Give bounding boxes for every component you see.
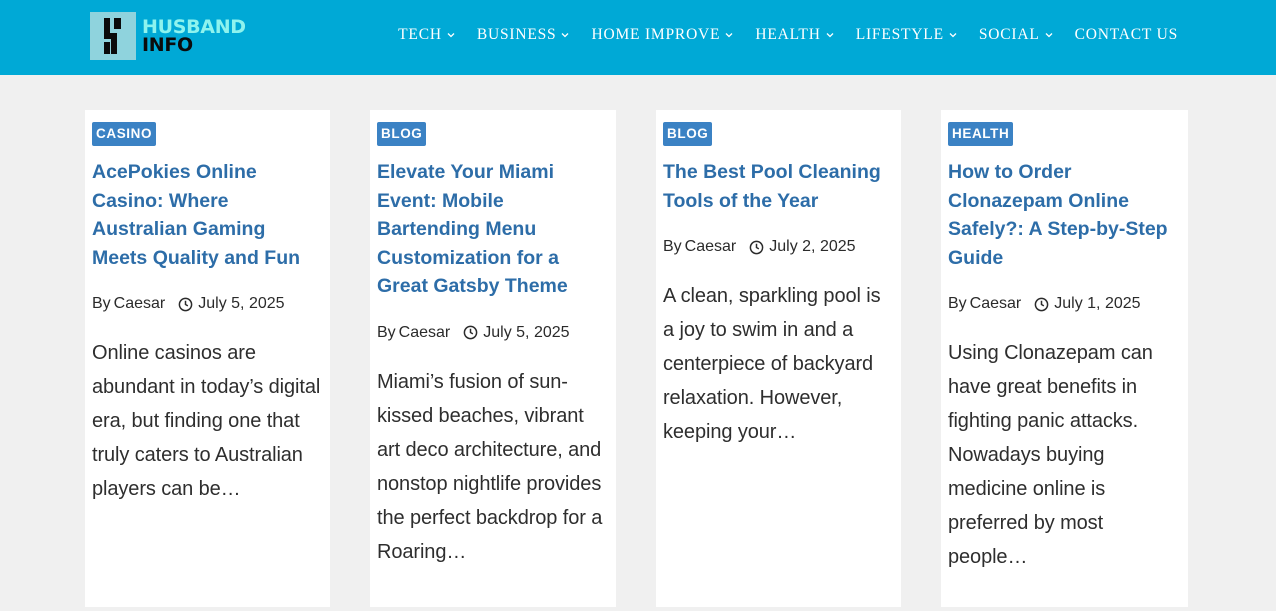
author-link[interactable]: Caesar bbox=[399, 324, 451, 342]
logo-mark-icon bbox=[90, 12, 136, 60]
nav-item-label: HOME IMPROVE bbox=[591, 26, 721, 43]
post-date: July 2, 2025 bbox=[769, 238, 856, 256]
author-link[interactable]: Caesar bbox=[685, 238, 737, 256]
post-excerpt: Online casinos are abundant in today’s d… bbox=[92, 342, 321, 501]
author-link[interactable]: Caesar bbox=[114, 295, 166, 313]
nav-item-label: SOCIAL bbox=[978, 26, 1040, 43]
post-meta: By Caesar July 5, 2025 bbox=[92, 294, 324, 314]
chevron-down-icon bbox=[949, 33, 957, 38]
by-label: By bbox=[377, 323, 396, 341]
post-title[interactable]: The Best Pool Cleaning Tools of the Year bbox=[663, 158, 895, 215]
by-label: By bbox=[663, 238, 682, 256]
author-link[interactable]: Caesar bbox=[970, 295, 1022, 313]
by-label: By bbox=[948, 295, 967, 313]
clock-icon bbox=[1034, 297, 1049, 312]
post-meta: By Caesar July 1, 2025 bbox=[948, 294, 1182, 314]
chevron-down-icon bbox=[826, 33, 834, 38]
nav-item-contact-us[interactable]: CONTACT US bbox=[1075, 23, 1178, 47]
nav-item-social[interactable]: SOCIAL bbox=[979, 23, 1053, 47]
post-title[interactable]: Elevate Your Miami Event: Mobile Bartend… bbox=[377, 158, 610, 301]
category-badge[interactable]: BLOG bbox=[663, 122, 713, 146]
chevron-down-icon bbox=[447, 33, 455, 38]
logo-line-2: INFO bbox=[142, 34, 193, 56]
nav-item-health[interactable]: HEALTH bbox=[755, 23, 834, 47]
logo-text: HUSBAND INFO bbox=[142, 18, 246, 56]
post-date: July 5, 2025 bbox=[198, 295, 285, 313]
category-badge[interactable]: HEALTH bbox=[948, 122, 1014, 146]
main-nav: TECH BUSINESS HOME IMPROVE HEALTH LIFEST… bbox=[376, 23, 1178, 47]
nav-item-business[interactable]: BUSINESS bbox=[477, 23, 570, 47]
nav-item-label: BUSINESS bbox=[476, 26, 557, 43]
post-title[interactable]: How to Order Clonazepam Online Safely?: … bbox=[948, 158, 1182, 272]
post-card: BLOG The Best Pool Cleaning Tools of the… bbox=[656, 110, 901, 607]
nav-item-label: LIFESTYLE bbox=[855, 26, 944, 43]
post-date: July 1, 2025 bbox=[1054, 295, 1141, 313]
chevron-down-icon bbox=[1045, 33, 1053, 38]
nav-item-label: HEALTH bbox=[755, 26, 821, 43]
site-logo[interactable]: HUSBAND INFO bbox=[90, 12, 246, 60]
nav-item-lifestyle[interactable]: LIFESTYLE bbox=[856, 23, 957, 47]
category-badge[interactable]: CASINO bbox=[92, 122, 157, 146]
chevron-down-icon bbox=[561, 33, 569, 38]
chevron-down-icon bbox=[725, 33, 733, 38]
post-excerpt: Using Clonazepam can have great benefits… bbox=[948, 342, 1153, 569]
clock-icon bbox=[178, 297, 193, 312]
site-header: HUSBAND INFO TECH BUSINESS HOME IMPROVE … bbox=[0, 0, 1276, 75]
nav-item-home-improve[interactable]: HOME IMPROVE bbox=[591, 23, 733, 47]
clock-icon bbox=[463, 326, 478, 340]
nav-item-tech[interactable]: TECH bbox=[398, 23, 455, 47]
nav-item-label: TECH bbox=[398, 26, 442, 43]
post-meta: By Caesar July 2, 2025 bbox=[663, 237, 895, 257]
post-card: HEALTH How to Order Clonazepam Online Sa… bbox=[941, 110, 1188, 607]
post-title[interactable]: AcePokies Online Casino: Where Australia… bbox=[92, 158, 324, 272]
post-card: CASINO AcePokies Online Casino: Where Au… bbox=[85, 110, 330, 607]
nav-item-label: CONTACT US bbox=[1074, 26, 1178, 43]
post-excerpt: A clean, sparkling pool is a joy to swim… bbox=[663, 285, 881, 444]
post-card: BLOG Elevate Your Miami Event: Mobile Ba… bbox=[370, 110, 616, 607]
post-meta: By Caesar July 5, 2025 bbox=[377, 323, 610, 343]
clock-icon bbox=[749, 240, 764, 255]
post-excerpt: Miami’s fusion of sun-kissed beaches, vi… bbox=[377, 370, 603, 563]
by-label: By bbox=[92, 295, 111, 313]
post-grid: CASINO AcePokies Online Casino: Where Au… bbox=[85, 110, 1188, 607]
post-date: July 5, 2025 bbox=[483, 323, 570, 341]
category-badge[interactable]: BLOG bbox=[377, 122, 427, 146]
